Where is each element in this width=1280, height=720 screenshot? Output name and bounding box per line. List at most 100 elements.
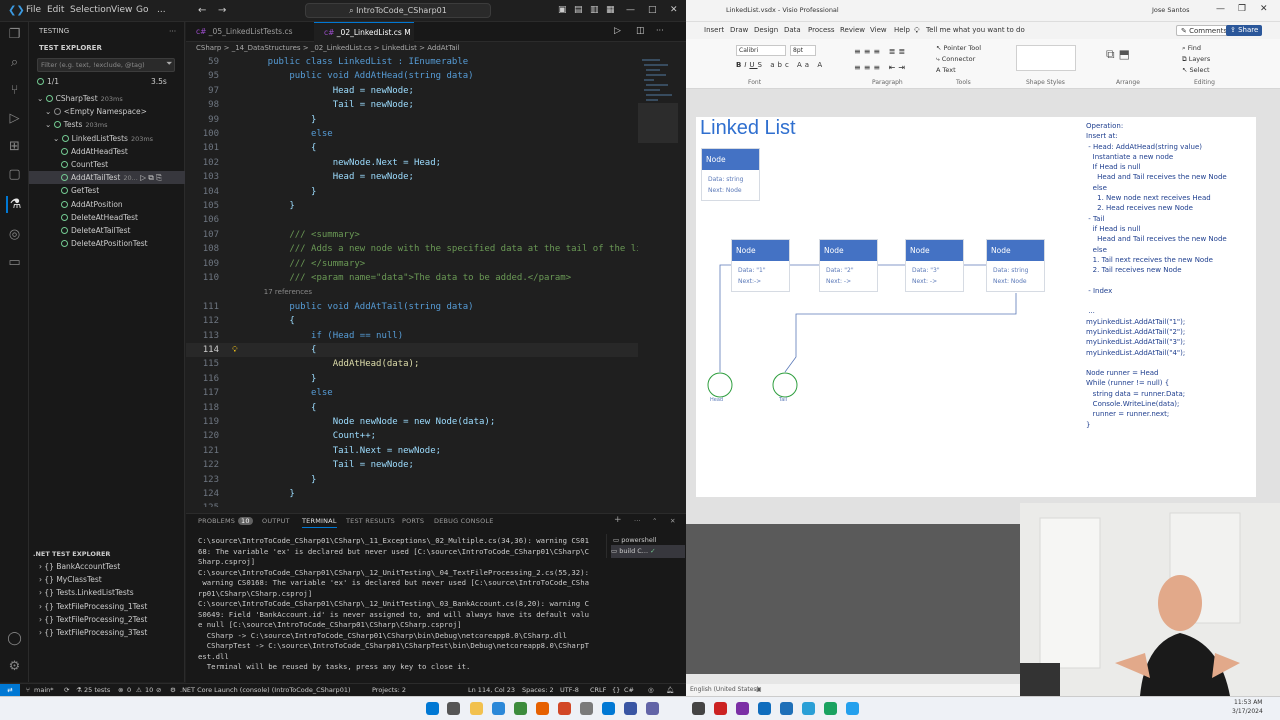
language-status[interactable]: English (United States) — [690, 684, 759, 696]
tell-me-search[interactable]: Tell me what you want to do — [926, 22, 1025, 39]
code-line[interactable]: 108 /// Adds a new node with the specifi… — [186, 242, 676, 256]
chevron-down-icon[interactable]: ⌄ — [45, 120, 54, 129]
tab-problems[interactable]: PROBLEMS — [198, 517, 235, 525]
restore-icon[interactable]: ❐ — [1238, 4, 1246, 14]
code-line[interactable]: 17 references — [186, 285, 676, 299]
font-format-buttons[interactable]: BIUS abc Aa A — [736, 61, 825, 69]
menu-file[interactable]: File — [26, 5, 41, 15]
app-icon-green[interactable] — [824, 702, 837, 715]
paragraph-align-buttons[interactable]: ≡≡≡ ≣≣ — [854, 47, 908, 56]
menu-edit[interactable]: Edit — [47, 5, 64, 15]
cursor-position[interactable]: Ln 114, Col 23 — [468, 684, 515, 696]
ribbon-tab-insert[interactable]: Insert — [704, 22, 724, 39]
language-mode[interactable]: C# — [624, 684, 634, 696]
code-line[interactable]: 117 else — [186, 386, 676, 400]
code-line[interactable]: 118 { — [186, 401, 676, 415]
terminal-icon[interactable] — [580, 702, 593, 715]
menu-more[interactable]: ... — [157, 5, 166, 15]
menu-go[interactable]: Go — [136, 5, 148, 15]
close-icon[interactable]: ✕ — [670, 5, 678, 15]
visio-page[interactable]: Linked List Node Data: string Next: Node… — [696, 117, 1256, 497]
test-tree-item[interactable]: ⌄ Tests 203ms — [29, 118, 185, 131]
terminal-more-icon[interactable]: ··· — [634, 517, 641, 525]
forward-arrow-icon[interactable]: → — [218, 5, 226, 16]
code-line[interactable]: 116 } — [186, 372, 676, 386]
app-icon-blue[interactable] — [846, 702, 859, 715]
snip-icon[interactable] — [802, 702, 815, 715]
terminal-output[interactable]: C:\source\IntroToCode_CSharp01\CSharp\_1… — [186, 536, 606, 676]
code-line[interactable]: 98 Tail = newNode; — [186, 98, 676, 112]
more-actions-icon[interactable]: ··· — [169, 25, 176, 38]
test-tree-item[interactable]: ⌄ <Empty Namespace> — [29, 105, 185, 118]
powerpoint-icon[interactable] — [558, 702, 571, 715]
projects-count[interactable]: Projects: 2 — [372, 684, 406, 696]
code-line[interactable]: 114 {💡︎ — [186, 343, 676, 357]
shape-styles-gallery[interactable] — [1016, 45, 1076, 71]
onenote-icon[interactable] — [736, 702, 749, 715]
filter-icon[interactable]: ⏷ — [166, 59, 172, 69]
visio-taskbar-icon[interactable] — [624, 702, 637, 715]
share-button[interactable]: ⇪ Share — [1226, 25, 1263, 36]
test-tree-item[interactable]: GetTest — [29, 184, 185, 197]
lightbulb-icon[interactable]: 💡︎ — [232, 343, 238, 357]
code-line[interactable]: 104 } — [186, 185, 676, 199]
notes-icon[interactable]: ▭ — [6, 254, 23, 271]
code-line[interactable]: 95 public void AddAtHead(string data) — [186, 69, 676, 83]
test-tree-item[interactable]: CountTest — [29, 158, 185, 171]
word-icon[interactable] — [780, 702, 793, 715]
dotnet-test-item[interactable]: › {} MyClassTest — [39, 573, 102, 586]
code-editor[interactable]: 59 public class LinkedList : IEnumerable… — [186, 55, 686, 507]
command-center-search[interactable]: ⌕ IntroToCode_CSharp01 — [305, 3, 491, 18]
dotnet-test-item[interactable]: › {} BankAccountTest — [39, 560, 120, 573]
dotnet-test-item[interactable]: › {} Tests.LinkedListTests — [39, 586, 134, 599]
code-line[interactable]: 101 { — [186, 141, 676, 155]
code-line[interactable]: 106 — [186, 213, 676, 227]
code-line[interactable]: 100 else — [186, 127, 676, 141]
pointer-tool[interactable]: ↖ Pointer Tool — [936, 43, 981, 54]
test-tree-item[interactable]: DeleteAtTailTest — [29, 224, 185, 237]
more-actions-icon[interactable]: ··· — [656, 26, 664, 35]
tab-test-results[interactable]: TEST RESULTS — [346, 517, 395, 525]
ribbon-tab-process[interactable]: Process — [808, 22, 835, 39]
close-icon[interactable]: ✕ — [1260, 4, 1268, 14]
ribbon-tab-help[interactable]: Help — [894, 22, 910, 39]
new-terminal-icon[interactable]: + — [614, 515, 622, 525]
code-line[interactable]: 103 Head = newNode; — [186, 170, 676, 184]
minimize-icon[interactable]: — — [626, 5, 635, 15]
test-tree-item[interactable]: ⌄ CSharpTest 203ms — [29, 92, 185, 105]
ribbon-tab-design[interactable]: Design — [754, 22, 778, 39]
back-arrow-icon[interactable]: ← — [198, 5, 206, 16]
tab-linkedlist[interactable]: c# _02_LinkedList.cs M ✕ — [314, 22, 414, 57]
code-line[interactable]: 121 Tail.Next = newNode; — [186, 444, 676, 458]
ribbon-tab-data[interactable]: Data — [784, 22, 801, 39]
font-size-select[interactable]: 8pt — [790, 45, 816, 56]
dotnet-test-item[interactable]: › {} TextFileProcessing_3Test — [39, 626, 147, 639]
code-line[interactable]: 112 { — [186, 314, 676, 328]
test-tree-item[interactable]: DeleteAtPositionTest — [29, 237, 185, 250]
code-line[interactable]: 119 Node newNode = new Node(data); — [186, 415, 676, 429]
sidebar-toggle-icon[interactable]: ▥ — [590, 5, 599, 15]
operation-notes[interactable]: Operation: Insert at: - Head: AddAtHead(… — [1086, 121, 1227, 430]
ribbon-tab-draw[interactable]: Draw — [730, 22, 748, 39]
paragraph-indent-buttons[interactable]: ≡≡≡ ⇤⇥ — [854, 63, 908, 72]
dotnet-test-item[interactable]: › {} TextFileProcessing_2Test — [39, 613, 147, 626]
code-line[interactable]: 110 /// <param name="data">The data to b… — [186, 271, 676, 285]
macro-icon[interactable]: ▣ — [756, 684, 762, 696]
test-tree-item[interactable]: AddAtHeadTest — [29, 145, 185, 158]
code-line[interactable]: 111 public void AddAtTail(string data) — [186, 300, 676, 314]
explorer-icon[interactable]: ❐ — [6, 26, 23, 43]
end-of-line[interactable]: CRLF — [590, 684, 606, 696]
copilot-status-icon[interactable]: ◎ — [648, 684, 654, 696]
remote-icon[interactable]: ▢ — [6, 166, 23, 183]
run-debug-icon[interactable]: ▷ — [6, 110, 23, 127]
font-name-select[interactable]: Calibri — [736, 45, 786, 56]
clock-time[interactable]: 11:53 AM — [1234, 699, 1262, 706]
extensions-icon[interactable]: ⊞ — [6, 138, 23, 155]
teams-icon[interactable] — [646, 702, 659, 715]
chevron-down-icon[interactable]: ⌄ — [37, 94, 46, 103]
tab-ports[interactable]: PORTS — [402, 517, 424, 525]
code-line[interactable]: 115 AddAtHead(data); — [186, 357, 676, 371]
terminal-build[interactable]: ▭ build C... ✓ — [611, 545, 685, 558]
breadcrumb[interactable]: CSharp > _14_DataStructures > _02_Linked… — [186, 42, 686, 55]
testing-icon[interactable]: ⚗ — [6, 196, 23, 213]
